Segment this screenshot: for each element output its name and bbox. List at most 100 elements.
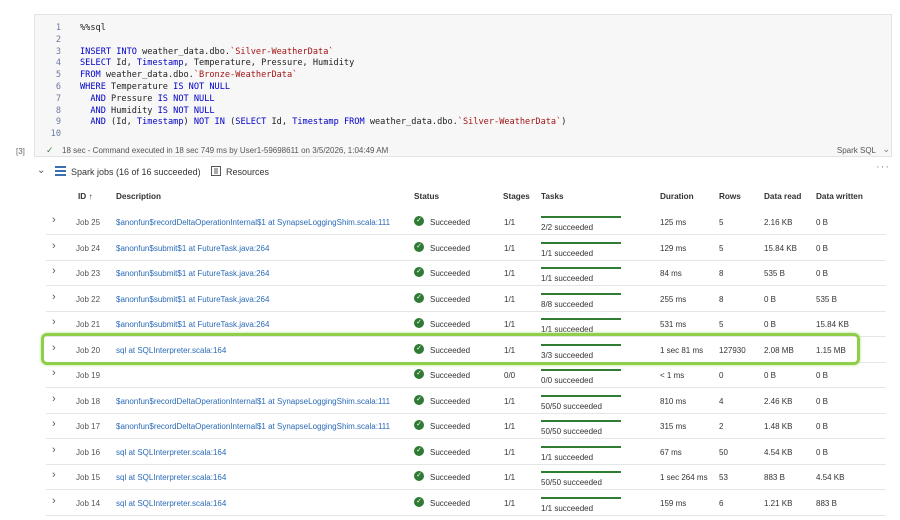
expand-chevron-icon[interactable]: ›	[52, 291, 56, 303]
job-rows: 5	[719, 218, 724, 227]
line-number: 8	[55, 105, 61, 116]
job-data-read: 0 B	[764, 371, 777, 380]
task-progress-bar	[541, 471, 621, 473]
code-cell[interactable]: 1 %%sql 2 3 INSERT INTO weather_data.dbo.`Si…	[34, 14, 892, 157]
success-icon: ✓	[414, 267, 424, 277]
job-description-link[interactable]: sql at SQLInterpreter.scala:164	[116, 499, 226, 508]
table-row[interactable]: › Job 19 ✓ Succeeded 0/0 0/0 succeeded < 1 ms 0…	[46, 362, 886, 388]
col-header-id[interactable]: ID ↑	[78, 192, 93, 201]
code-text[interactable]: AND (Id, Timestamp) NOT IN (SELECT Id, T…	[80, 116, 566, 128]
job-description-link[interactable]: $anonfun$recordDeltaOperationInternal$1 …	[116, 218, 390, 227]
job-stages: 1/1	[504, 396, 516, 406]
task-progress-bar	[541, 445, 621, 448]
expand-chevron-icon[interactable]: ›	[52, 469, 56, 481]
collapse-chevron-icon[interactable]: ⌄	[37, 165, 45, 176]
job-description-link[interactable]: $anonfun$submit$1 at FutureTask.java:264	[116, 244, 269, 253]
job-data-read: 0 B	[764, 320, 777, 329]
col-header-data-read[interactable]: Data read	[764, 192, 801, 201]
job-duration: 1 sec 264 ms	[660, 473, 708, 482]
table-row[interactable]: › Job 18 $anonfun$recordDeltaOperationInte…	[46, 388, 886, 414]
expand-chevron-icon[interactable]: ›	[52, 495, 56, 507]
job-duration: 125 ms	[660, 218, 687, 227]
table-row[interactable]: › Job 25 $anonfun$recordDeltaOperationInte…	[46, 209, 886, 235]
table-row[interactable]: › Job 24 $anonfun$submit$1 at FutureTask.j…	[46, 235, 886, 261]
table-row[interactable]: › Job 22 $anonfun$submit$1 at FutureTask.j…	[46, 286, 886, 312]
expand-chevron-icon[interactable]: ›	[52, 240, 56, 252]
job-data-written: 883 B	[816, 498, 837, 508]
job-tasks: 1/1 succeeded	[541, 503, 594, 513]
job-duration: 255 ms	[660, 294, 687, 304]
col-header-data-written[interactable]: Data written	[816, 192, 863, 201]
job-rows: 4	[719, 396, 724, 406]
job-tasks: 2/2 succeeded	[541, 223, 594, 232]
more-options-icon[interactable]: ···	[876, 161, 890, 173]
resources-tab[interactable]: Resources	[226, 167, 269, 177]
expand-chevron-icon[interactable]: ›	[52, 214, 56, 226]
col-header-duration[interactable]: Duration	[660, 192, 694, 201]
job-description-link[interactable]: $anonfun$submit$1 at FutureTask.java:264	[116, 320, 269, 329]
expand-chevron-icon[interactable]: ›	[52, 367, 56, 379]
sql-keyword: FROM	[343, 117, 365, 128]
success-icon: ✓	[414, 318, 424, 328]
success-icon: ✓	[414, 292, 424, 303]
job-id: Job 19	[76, 371, 101, 380]
code-text[interactable]: SELECT Id, Timestamp, Temperature, Press…	[80, 57, 354, 69]
job-id: Job 22	[76, 294, 101, 304]
expand-chevron-icon[interactable]: ›	[52, 444, 56, 456]
highlight-box	[41, 333, 860, 365]
code-text[interactable]: AND Humidity IS NOT NULL	[80, 105, 214, 117]
job-stages: 1/1	[504, 447, 516, 457]
expand-chevron-icon[interactable]: ›	[52, 316, 56, 328]
job-description-link[interactable]: $anonfun$submit$1 at FutureTask.java:264	[116, 295, 269, 304]
job-description-link[interactable]: $anonfun$recordDeltaOperationInternal$1 …	[116, 397, 390, 406]
job-tasks: 50/50 succeeded	[541, 478, 602, 487]
task-progress-bar	[541, 318, 621, 320]
language-selector[interactable]: Spark SQL	[837, 146, 876, 155]
job-description-link[interactable]: sql at SQLInterpreter.scala:164	[116, 448, 226, 457]
table-row[interactable]: › Job 23 $anonfun$submit$1 at FutureTask.j…	[46, 260, 886, 286]
table-row[interactable]: › Job 15 sql at SQLInterpreter.scala:164 ✓ S…	[46, 464, 886, 490]
success-icon: ✓	[414, 394, 424, 405]
code-text[interactable]: %%sql	[80, 22, 106, 34]
task-progress-bar	[541, 292, 621, 295]
job-tasks: 1/1 succeeded	[541, 274, 594, 283]
col-header-stages[interactable]: Stages	[503, 192, 530, 201]
job-data-written: 0 B	[816, 371, 829, 380]
job-data-written: 4.54 KB	[816, 473, 845, 482]
job-duration: 810 ms	[660, 396, 687, 406]
expand-chevron-icon[interactable]: ›	[52, 265, 56, 277]
job-description-link[interactable]: $anonfun$recordDeltaOperationInternal$1 …	[116, 422, 390, 431]
line-number: 2	[55, 34, 61, 45]
job-rows: 8	[719, 294, 724, 304]
col-header-status[interactable]: Status	[414, 192, 439, 201]
resources-icon	[211, 166, 221, 176]
sql-token: (	[224, 117, 236, 128]
job-rows: 53	[719, 473, 728, 482]
col-header-tasks[interactable]: Tasks	[541, 192, 564, 201]
job-data-written: 0 B	[816, 269, 829, 278]
job-id: Job 15	[76, 473, 101, 482]
code-text[interactable]: INSERT INTO weather_data.dbo.`Silver-Wea…	[80, 46, 334, 58]
sql-keyword: FROM	[80, 70, 101, 81]
table-row[interactable]: › Job 16 sql at SQLInterpreter.scala:164 ✓ S…	[46, 439, 886, 465]
job-id: Job 24	[76, 243, 101, 253]
table-row[interactable]: › Job 17 $anonfun$recordDeltaOperationInte…	[46, 413, 886, 439]
table-row[interactable]: › Job 14 sql at SQLInterpreter.scala:164 ✓ S…	[46, 490, 886, 516]
code-text[interactable]: AND Pressure IS NOT NULL	[80, 93, 214, 105]
sql-keyword: INSERT INTO	[80, 46, 137, 57]
line-number: 6	[55, 82, 61, 92]
sql-token: %%sql	[80, 23, 106, 33]
sql-token: )	[183, 117, 194, 128]
expand-chevron-icon[interactable]: ›	[52, 418, 56, 430]
code-text[interactable]: FROM weather_data.dbo.`Bronze-WeatherDat…	[80, 69, 297, 81]
spark-jobs-tab[interactable]: Spark jobs (16 of 16 succeeded)	[71, 167, 201, 177]
expand-chevron-icon[interactable]: ›	[52, 393, 56, 405]
job-description-link[interactable]: sql at SQLInterpreter.scala:164	[116, 473, 226, 482]
col-header-rows[interactable]: Rows	[719, 192, 741, 201]
job-description-link[interactable]: $anonfun$submit$1 at FutureTask.java:264	[116, 269, 269, 278]
code-text[interactable]: WHERE Temperature IS NOT NULL	[80, 81, 230, 93]
chevron-down-icon[interactable]: ⌄	[882, 144, 890, 155]
col-header-description[interactable]: Description	[116, 192, 161, 201]
job-data-written: 0 B	[816, 243, 829, 253]
job-duration: 159 ms	[660, 498, 687, 508]
